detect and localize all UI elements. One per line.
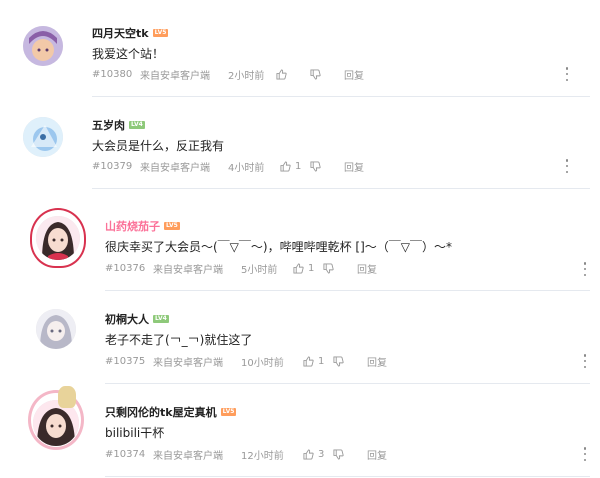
- like-button[interactable]: 1: [299, 356, 333, 367]
- comment-text: 大会员是什么，反正我有: [92, 139, 225, 153]
- reply-button[interactable]: 回复: [357, 261, 397, 276]
- floor-number: #10376: [105, 263, 146, 274]
- like-count: 1: [295, 161, 302, 172]
- dislike-button[interactable]: [333, 356, 367, 367]
- divider: [105, 476, 590, 477]
- timestamp: 4小时前: [228, 163, 265, 174]
- timestamp: 10小时前: [241, 358, 284, 369]
- more-options-icon[interactable]: [565, 159, 569, 173]
- thumbs-up-icon: [293, 263, 304, 274]
- username-text[interactable]: 山药烧茄子: [105, 218, 160, 234]
- divider: [105, 290, 590, 291]
- reply-button[interactable]: 回复: [367, 354, 407, 369]
- more-options-icon[interactable]: [565, 67, 569, 81]
- timestamp: 2小时前: [228, 71, 265, 82]
- timestamp: 12小时前: [241, 451, 284, 462]
- comment-meta: #10374 来自安卓客户端 12小时前 3 回复: [105, 447, 407, 462]
- thumbs-down-icon: [310, 161, 321, 172]
- divider: [92, 96, 590, 97]
- username[interactable]: 只剩冈伦的tk屋定真机 LV5: [105, 404, 237, 420]
- like-button[interactable]: 1: [289, 263, 323, 274]
- comment-text: 很庆幸买了大会员～(￣▽￣～)，哔哩哔哩乾杯 []～（￣▽￣）～*: [105, 240, 453, 254]
- more-options-icon[interactable]: [583, 447, 587, 461]
- comment-text: 我爱这个站！: [92, 47, 165, 61]
- floor-number: #10379: [92, 161, 133, 172]
- floor-number: #10375: [105, 356, 146, 367]
- level-badge: LV5: [220, 408, 237, 416]
- source-label: 来自安卓客户端: [140, 163, 210, 174]
- comment-meta: #10375 来自安卓客户端 10小时前 1 回复: [105, 354, 407, 369]
- thumbs-down-icon: [333, 356, 344, 367]
- comment-text: 老子不走了(￢_￢)就住这了: [105, 333, 253, 347]
- like-count: 3: [318, 449, 325, 460]
- floor-number: #10380: [92, 69, 133, 80]
- source-label: 来自安卓客户端: [153, 265, 223, 276]
- dislike-button[interactable]: [333, 449, 367, 460]
- avatar[interactable]: [36, 216, 80, 260]
- thumbs-up-icon: [280, 161, 291, 172]
- comment-meta: #10376 来自安卓客户端 5小时前 1 回复: [105, 261, 397, 276]
- dislike-button[interactable]: [310, 161, 344, 172]
- username-text[interactable]: 初桐大人: [105, 311, 149, 327]
- thumbs-down-icon: [333, 449, 344, 460]
- source-label: 来自安卓客户端: [153, 358, 223, 369]
- source-label: 来自安卓客户端: [140, 71, 210, 82]
- level-badge: LV4: [129, 121, 145, 129]
- level-badge: LV5: [152, 29, 169, 37]
- level-badge: LV5: [164, 222, 180, 230]
- thumbs-up-icon: [276, 69, 287, 80]
- like-button[interactable]: 1: [276, 161, 310, 172]
- username-text[interactable]: 五岁肉: [92, 117, 125, 133]
- avatar[interactable]: [23, 117, 63, 157]
- username[interactable]: 四月天空tk LV5: [92, 25, 169, 41]
- thumbs-down-icon: [323, 263, 334, 274]
- reply-button[interactable]: 回复: [344, 159, 384, 174]
- divider: [105, 383, 590, 384]
- reply-button[interactable]: 回复: [367, 447, 407, 462]
- username[interactable]: 五岁肉 LV4: [92, 117, 145, 133]
- like-button[interactable]: 3: [299, 449, 333, 460]
- thumbs-up-icon: [303, 356, 314, 367]
- level-badge: LV4: [153, 315, 169, 323]
- dislike-button[interactable]: [310, 69, 344, 80]
- like-count: 1: [318, 356, 325, 367]
- username-text[interactable]: 四月天空tk: [92, 25, 149, 41]
- timestamp: 5小时前: [241, 265, 278, 276]
- comment-text: bilibili干杯: [105, 426, 165, 440]
- thumbs-down-icon: [310, 69, 321, 80]
- divider: [92, 188, 590, 189]
- comment-meta: #10380 来自安卓客户端 2小时前 回复: [92, 67, 384, 82]
- floor-number: #10374: [105, 449, 146, 460]
- username[interactable]: 初桐大人 LV4: [105, 311, 169, 327]
- source-label: 来自安卓客户端: [153, 451, 223, 462]
- more-options-icon[interactable]: [583, 262, 587, 276]
- comment-meta: #10379 来自安卓客户端 4小时前 1 回复: [92, 159, 384, 174]
- reply-button[interactable]: 回复: [344, 67, 384, 82]
- avatar[interactable]: [23, 26, 63, 66]
- like-button[interactable]: [276, 69, 310, 80]
- like-count: 1: [308, 263, 315, 274]
- dislike-button[interactable]: [323, 263, 357, 274]
- thumbs-up-icon: [303, 449, 314, 460]
- username[interactable]: 山药烧茄子 LV5: [105, 218, 180, 234]
- avatar[interactable]: [33, 400, 79, 446]
- avatar[interactable]: [36, 309, 76, 349]
- username-text[interactable]: 只剩冈伦的tk屋定真机: [105, 404, 217, 420]
- more-options-icon[interactable]: [583, 354, 587, 368]
